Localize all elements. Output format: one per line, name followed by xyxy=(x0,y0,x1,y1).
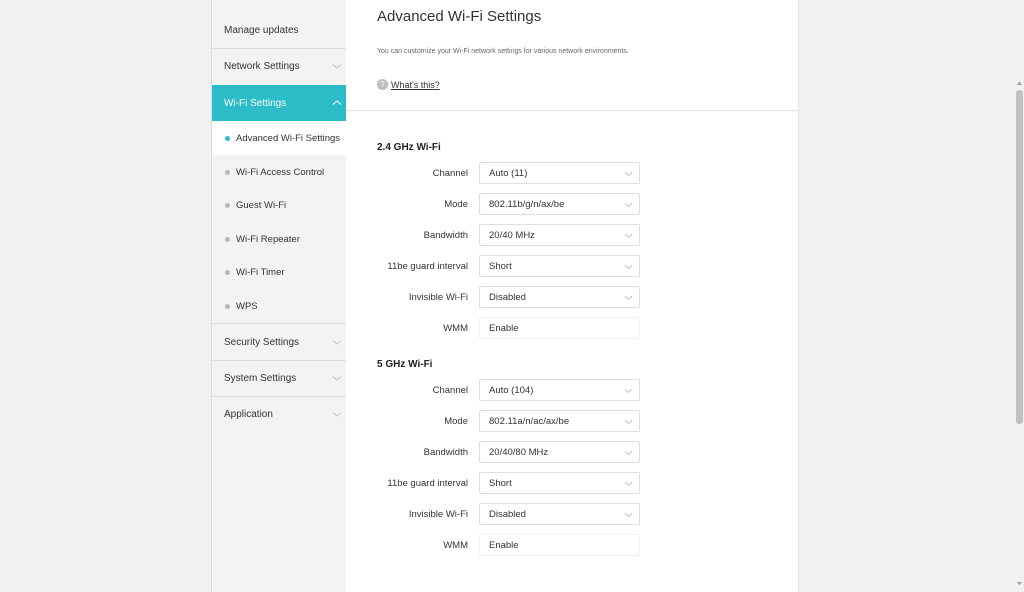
sidebar-item-label: Application xyxy=(224,408,273,420)
invisible-wifi-select-5ghz[interactable]: Disabled xyxy=(479,503,640,525)
section-title-5ghz: 5 GHz Wi-Fi xyxy=(377,359,433,370)
header-divider xyxy=(346,110,799,111)
select-value: Disabled xyxy=(489,508,526,520)
dot-icon xyxy=(225,135,230,141)
sidebar-item-network-settings[interactable]: Network Settings xyxy=(212,48,347,84)
chevron-down-icon xyxy=(624,202,633,207)
scroll-down-arrow-icon[interactable] xyxy=(1016,580,1023,587)
chevron-down-icon xyxy=(624,512,633,517)
help-row: ? What's this? xyxy=(377,79,440,90)
mode-select-2-4ghz[interactable]: 802.11b/g/n/ax/be xyxy=(479,193,640,215)
bandwidth-select-2-4ghz[interactable]: 20/40 MHz xyxy=(479,224,640,246)
dot-icon xyxy=(225,303,230,309)
whats-this-link[interactable]: What's this? xyxy=(391,80,440,90)
channel-label: Channel xyxy=(432,385,468,396)
dot-icon xyxy=(225,269,230,275)
dot-icon xyxy=(225,202,230,208)
chevron-down-icon xyxy=(624,295,633,300)
chevron-up-icon xyxy=(332,100,342,105)
sidebar-item-label: Wi-Fi Settings xyxy=(224,97,287,109)
main-panel: Advanced Wi-Fi Settings You can customiz… xyxy=(346,0,799,592)
sidebar-item-label: Network Settings xyxy=(224,60,300,72)
bandwidth-label: Bandwidth xyxy=(423,230,468,241)
submenu-item-label: Wi-Fi Timer xyxy=(236,266,285,278)
guard-interval-select-5ghz[interactable]: Short xyxy=(479,472,640,494)
wmm-value-5ghz: Enable xyxy=(479,534,640,556)
section-title-2-4ghz: 2.4 GHz Wi-Fi xyxy=(377,142,441,153)
sidebar-item-system-settings[interactable]: System Settings xyxy=(212,360,347,396)
channel-label: Channel xyxy=(432,168,468,179)
select-value: Short xyxy=(489,260,512,272)
submenu-item-access-control[interactable]: Wi-Fi Access Control xyxy=(212,155,347,189)
submenu-item-label: Advanced Wi-Fi Settings xyxy=(236,132,341,144)
mode-label: Mode xyxy=(444,199,468,210)
chevron-down-icon xyxy=(332,412,342,417)
sidebar-item-application[interactable]: Application xyxy=(212,396,347,432)
wmm-value-2-4ghz: Enable xyxy=(479,317,640,339)
wmm-label: WMM xyxy=(443,540,468,551)
invisible-wifi-select-2-4ghz[interactable]: Disabled xyxy=(479,286,640,308)
submenu-item-wifi-timer[interactable]: Wi-Fi Timer xyxy=(212,255,347,289)
guard-interval-select-2-4ghz[interactable]: Short xyxy=(479,255,640,277)
invisible-wifi-label: Invisible Wi-Fi xyxy=(408,509,468,520)
chevron-down-icon xyxy=(624,481,633,486)
bandwidth-select-5ghz[interactable]: 20/40/80 MHz xyxy=(479,441,640,463)
submenu-item-label: WPS xyxy=(236,300,258,312)
wifi-submenu: Advanced Wi-Fi Settings Wi-Fi Access Con… xyxy=(212,121,347,323)
chevron-down-icon xyxy=(624,233,633,238)
sidebar-item-manage-updates[interactable]: Manage updates xyxy=(212,12,347,48)
bandwidth-label: Bandwidth xyxy=(423,447,468,458)
select-value: Disabled xyxy=(489,291,526,303)
chevron-down-icon xyxy=(624,171,633,176)
mode-select-5ghz[interactable]: 802.11a/n/ac/ax/be xyxy=(479,410,640,432)
submenu-item-label: Guest Wi-Fi xyxy=(236,199,287,211)
mode-label: Mode xyxy=(444,416,468,427)
sidebar-item-wifi-settings[interactable]: Wi-Fi Settings xyxy=(212,85,347,121)
submenu-item-label: Wi-Fi Access Control xyxy=(236,166,325,178)
invisible-wifi-label: Invisible Wi-Fi xyxy=(408,292,468,303)
dot-icon xyxy=(225,169,230,175)
question-circle-icon[interactable]: ? xyxy=(377,79,388,90)
chevron-down-icon xyxy=(624,388,633,393)
field-value: Enable xyxy=(489,539,519,551)
guard-interval-label: 11be guard interval xyxy=(387,261,468,272)
chevron-down-icon xyxy=(332,64,342,69)
select-value: Short xyxy=(489,477,512,489)
channel-select-2-4ghz[interactable]: Auto (11) xyxy=(479,162,640,184)
select-value: 802.11a/n/ac/ax/be xyxy=(489,415,570,427)
channel-select-5ghz[interactable]: Auto (104) xyxy=(479,379,640,401)
sidebar-item-label: Security Settings xyxy=(224,336,300,348)
page-description: You can customize your Wi-Fi network set… xyxy=(377,48,629,55)
chevron-down-icon xyxy=(624,264,633,269)
guard-interval-label: 11be guard interval xyxy=(387,478,468,489)
submenu-item-wps[interactable]: WPS xyxy=(212,289,347,323)
select-value: 20/40 MHz xyxy=(489,229,535,241)
scrollbar-thumb[interactable] xyxy=(1016,90,1023,424)
submenu-item-wifi-repeater[interactable]: Wi-Fi Repeater xyxy=(212,222,347,256)
sidebar-item-security-settings[interactable]: Security Settings xyxy=(212,324,347,360)
sidebar: Manage updates Network Settings Wi-Fi Se… xyxy=(211,0,347,592)
select-value: 20/40/80 MHz xyxy=(489,446,549,458)
field-value: Enable xyxy=(489,322,519,334)
page-scrollbar[interactable] xyxy=(1015,0,1024,592)
dot-icon xyxy=(225,236,230,242)
chevron-down-icon xyxy=(332,340,342,345)
submenu-item-label: Wi-Fi Repeater xyxy=(236,233,300,245)
chevron-down-icon xyxy=(624,450,633,455)
page-title: Advanced Wi-Fi Settings xyxy=(377,8,542,25)
select-value: Auto (104) xyxy=(489,384,534,396)
chevron-down-icon xyxy=(624,419,633,424)
scroll-up-arrow-icon[interactable] xyxy=(1016,80,1023,87)
sidebar-item-label: Manage updates xyxy=(224,24,299,36)
chevron-down-icon xyxy=(332,376,342,381)
submenu-item-advanced-wifi[interactable]: Advanced Wi-Fi Settings xyxy=(212,121,347,155)
select-value: Auto (11) xyxy=(489,167,528,179)
sidebar-item-label: System Settings xyxy=(224,372,297,384)
select-value: 802.11b/g/n/ax/be xyxy=(489,198,565,210)
wmm-label: WMM xyxy=(443,323,468,334)
submenu-item-guest-wifi[interactable]: Guest Wi-Fi xyxy=(212,188,347,222)
